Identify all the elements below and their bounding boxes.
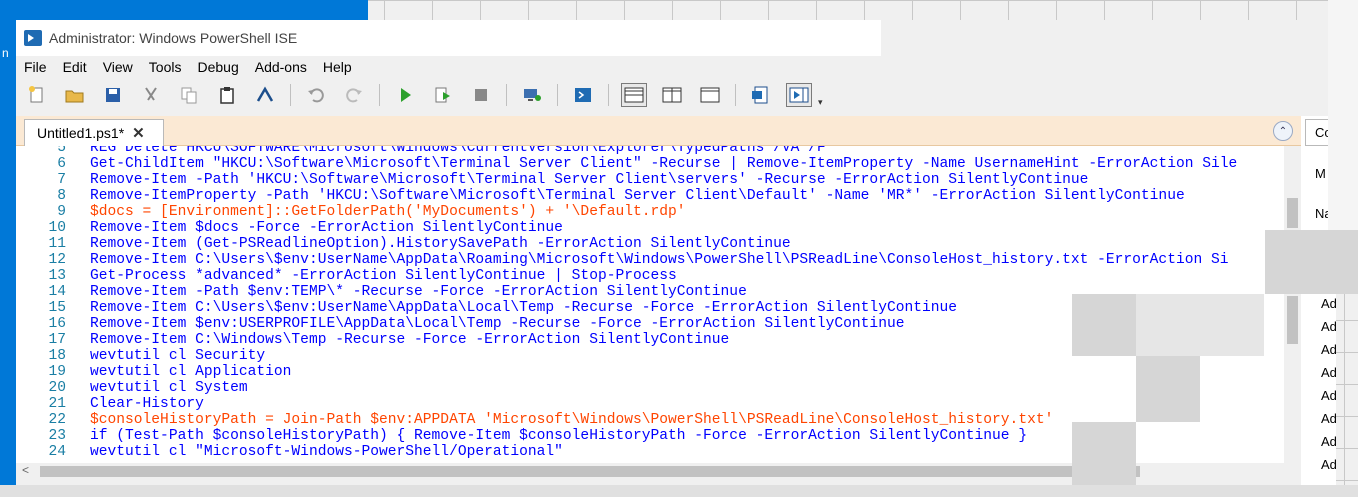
menu-help[interactable]: Help xyxy=(323,59,352,75)
run-icon[interactable] xyxy=(392,83,418,107)
stop-icon[interactable] xyxy=(468,83,494,107)
obscuring-block xyxy=(1265,230,1358,294)
code-line: 6 Get-ChildItem "HKCU:\Software\Microsoft… xyxy=(57,156,1238,172)
menu-tools[interactable]: Tools xyxy=(149,59,182,75)
vertical-scroll-thumb-secondary[interactable] xyxy=(1287,296,1298,344)
obscuring-block xyxy=(1328,0,1358,230)
code-line: 18 wevtutil cl Security xyxy=(48,348,266,364)
code-line: 9 $docs = [Environment]::GetFolderPath('M… xyxy=(57,204,686,220)
cut-icon[interactable] xyxy=(138,83,164,107)
menu-debug[interactable]: Debug xyxy=(197,59,238,75)
copy-icon[interactable] xyxy=(176,83,202,107)
command-list-item[interactable]: Ad xyxy=(1321,365,1337,380)
command-list-item[interactable]: Ad xyxy=(1321,411,1337,426)
code-line: 21 Clear-History xyxy=(48,396,204,412)
command-list-item[interactable]: Ad xyxy=(1321,296,1337,311)
layout-right-icon[interactable] xyxy=(659,83,685,107)
toolbar-separator xyxy=(290,84,291,106)
toolbar-separator xyxy=(506,84,507,106)
layout-top-icon[interactable] xyxy=(621,83,647,107)
window-title: Administrator: Windows PowerShell ISE xyxy=(49,30,298,46)
command-list-item[interactable]: Ad xyxy=(1321,434,1337,449)
code-line: 23 if (Test-Path $consoleHistoryPath) { R… xyxy=(48,428,1028,444)
close-tab-icon[interactable]: ✕ xyxy=(132,124,145,142)
desktop-blue-strip xyxy=(0,0,368,20)
save-icon[interactable] xyxy=(100,83,126,107)
command-list-item[interactable]: Ad xyxy=(1321,388,1337,403)
menu-edit[interactable]: Edit xyxy=(63,59,87,75)
undo-icon[interactable] xyxy=(303,83,329,107)
code-line: 15 Remove-Item C:\Users\$env:UserName\App… xyxy=(48,300,958,316)
title-bar[interactable]: Administrator: Windows PowerShell ISE xyxy=(16,20,881,56)
code-line: 12 Remove-Item C:\Users\$env:UserName\App… xyxy=(48,252,1229,268)
code-line: 20 wevtutil cl System xyxy=(48,380,248,396)
toolbar-overflow-icon[interactable]: ▾ xyxy=(818,97,823,108)
show-addon-icon[interactable] xyxy=(786,83,812,107)
redo-icon[interactable] xyxy=(341,83,367,107)
taskbar-strip xyxy=(0,485,1358,497)
paste-icon[interactable] xyxy=(214,83,240,107)
run-selection-icon[interactable] xyxy=(430,83,456,107)
obscuring-block xyxy=(1136,294,1264,356)
collapse-script-pane-icon[interactable]: ⌃ xyxy=(1273,121,1293,141)
toolbar-separator xyxy=(379,84,380,106)
toolbar-separator xyxy=(557,84,558,106)
tab-untitled1[interactable]: Untitled1.ps1* ✕ xyxy=(24,119,164,146)
horizontal-scroll-thumb[interactable] xyxy=(40,466,1140,477)
vertical-scroll-thumb[interactable] xyxy=(1287,198,1298,228)
toolbar-separator xyxy=(735,84,736,106)
menu-bar: File Edit View Tools Debug Add-ons Help xyxy=(16,56,881,78)
code-line: 7 Remove-Item -Path 'HKCU:\Software\Micro… xyxy=(57,172,1089,188)
code-line: 24 wevtutil cl "Microsoft-Windows-PowerSh… xyxy=(48,444,563,460)
menu-addons[interactable]: Add-ons xyxy=(255,59,307,75)
command-list-item[interactable]: Ad xyxy=(1321,319,1337,334)
code-line: 5 REG Delete HKCU\SOFTWARE\Microsoft\Wind… xyxy=(57,146,826,156)
remote-icon[interactable] xyxy=(519,83,545,107)
command-list-item[interactable]: Ad xyxy=(1321,457,1337,472)
new-icon[interactable] xyxy=(24,83,50,107)
code-line: 10 Remove-Item $docs -Force -ErrorAction … xyxy=(48,220,563,236)
left-strip-text: n xyxy=(2,46,9,60)
open-icon[interactable] xyxy=(62,83,88,107)
editor-vertical-scrollbar[interactable] xyxy=(1284,146,1301,463)
powershell-ise-icon xyxy=(24,30,42,46)
code-line: 13 Get-Process *advanced* -ErrorAction Si… xyxy=(48,268,677,284)
desktop-left-strip: n xyxy=(0,0,16,485)
menu-file[interactable]: File xyxy=(24,59,47,75)
scroll-left-icon[interactable]: < xyxy=(22,463,29,477)
obscuring-block xyxy=(1072,294,1136,356)
command-list-item[interactable]: Ad xyxy=(1321,342,1337,357)
show-commands-icon[interactable] xyxy=(748,83,774,107)
code-line: 19 wevtutil cl Application xyxy=(48,364,292,380)
layout-max-icon[interactable] xyxy=(697,83,723,107)
clear-icon[interactable] xyxy=(252,83,278,107)
obscuring-block xyxy=(1072,422,1136,485)
code-line: 8 Remove-ItemProperty -Path 'HKCU:\Softwa… xyxy=(57,188,1185,204)
toolbar-separator xyxy=(608,84,609,106)
code-line: 11 Remove-Item (Get-PSReadlineOption).His… xyxy=(48,236,791,252)
code-line: 22 $consoleHistoryPath = Join-Path $env:A… xyxy=(48,412,1054,428)
script-tab-strip: Untitled1.ps1* ✕ ⌃ xyxy=(16,116,1301,146)
code-line: 16 Remove-Item $env:USERPROFILE\AppData\L… xyxy=(48,316,905,332)
tab-label: Untitled1.ps1* xyxy=(37,125,125,141)
modules-label: M xyxy=(1315,166,1326,181)
code-line: 17 Remove-Item C:\Windows\Temp -Recurse -… xyxy=(48,332,730,348)
toolbar: ▾ xyxy=(16,78,881,112)
menu-view[interactable]: View xyxy=(103,59,133,75)
obscuring-block xyxy=(1136,356,1200,422)
code-line: 14 Remove-Item -Path $env:TEMP\* -Recurse… xyxy=(48,284,747,300)
powershell-icon[interactable] xyxy=(570,83,596,107)
